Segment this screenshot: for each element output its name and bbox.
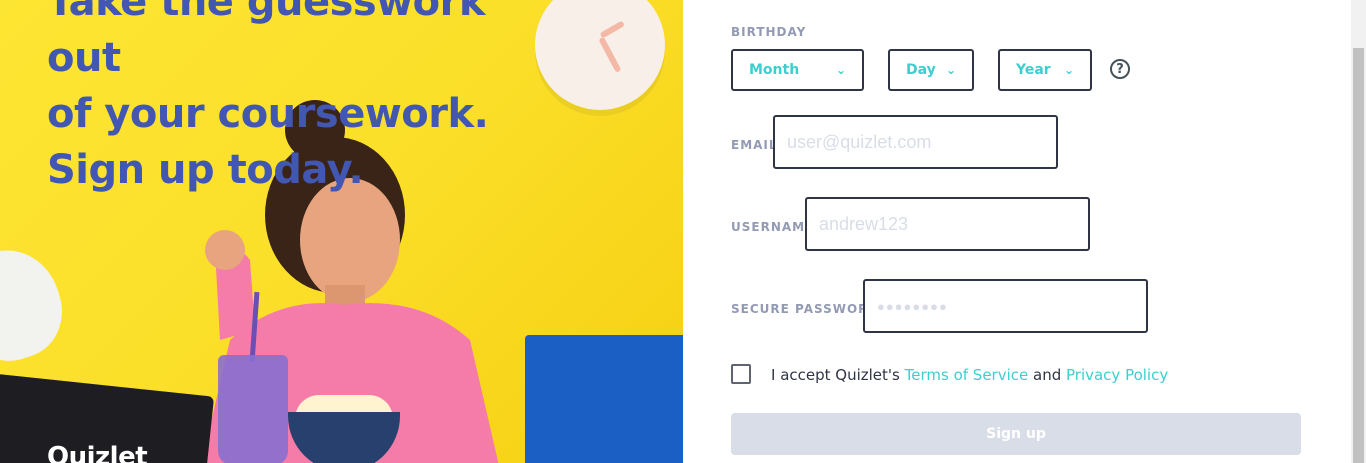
terms-of-service-link[interactable]: Terms of Service — [905, 366, 1029, 384]
signup-button[interactable]: Sign up — [731, 413, 1301, 455]
laptop-image — [525, 335, 683, 463]
cup-image — [218, 355, 288, 463]
privacy-policy-link[interactable]: Privacy Policy — [1066, 366, 1168, 384]
chevron-down-icon: ⌄ — [945, 63, 956, 77]
terms-text: I accept Quizlet's Terms of Service and … — [771, 366, 1168, 384]
terms-prefix: I accept Quizlet's — [771, 366, 905, 384]
hero-headline: Take the guesswork out of your coursewor… — [47, 0, 567, 198]
page-scrollbar[interactable] — [1351, 0, 1366, 463]
password-label: SECURE PASSWORD — [731, 302, 880, 316]
username-label: USERNAME — [731, 220, 815, 234]
birthday-label: BIRTHDAY — [731, 25, 807, 39]
quizlet-logo[interactable]: Quizlet — [47, 442, 148, 463]
clock-hand — [598, 36, 622, 73]
email-placeholder: user@quizlet.com — [787, 131, 932, 152]
day-select-value: Day — [906, 62, 936, 78]
email-label: EMAIL — [731, 138, 778, 152]
headline-line: Take the guesswork out — [47, 0, 485, 81]
year-select-value: Year — [1016, 62, 1051, 78]
username-field[interactable]: andrew123 — [805, 197, 1090, 251]
terms-and: and — [1028, 366, 1066, 384]
chevron-down-icon: ⌄ — [1063, 63, 1074, 77]
headline-line: of your coursework. — [47, 91, 489, 137]
username-placeholder: andrew123 — [819, 213, 909, 234]
password-placeholder: ●●●●●●●● — [877, 298, 948, 314]
clock-hand — [599, 20, 626, 39]
day-select[interactable]: Day ⌄ — [888, 49, 974, 91]
signup-form: BIRTHDAY Month ⌄ Day ⌄ Year ⌄ ? EMAIL us… — [683, 0, 1351, 463]
chevron-down-icon: ⌄ — [835, 63, 846, 77]
terms-checkbox[interactable] — [731, 364, 751, 384]
month-select[interactable]: Month ⌄ — [731, 49, 864, 91]
scrollbar-thumb[interactable] — [1353, 48, 1364, 463]
hero-panel: Take the guesswork out of your coursewor… — [0, 0, 683, 463]
month-select-value: Month — [749, 62, 800, 78]
password-field[interactable]: ●●●●●●●● — [863, 279, 1148, 333]
headline-line: Sign up today. — [47, 147, 364, 193]
email-field[interactable]: user@quizlet.com — [773, 115, 1058, 169]
lamp-image — [0, 237, 75, 373]
help-circle-icon[interactable]: ? — [1110, 59, 1130, 79]
bowl-image — [288, 412, 400, 463]
year-select[interactable]: Year ⌄ — [998, 49, 1092, 91]
